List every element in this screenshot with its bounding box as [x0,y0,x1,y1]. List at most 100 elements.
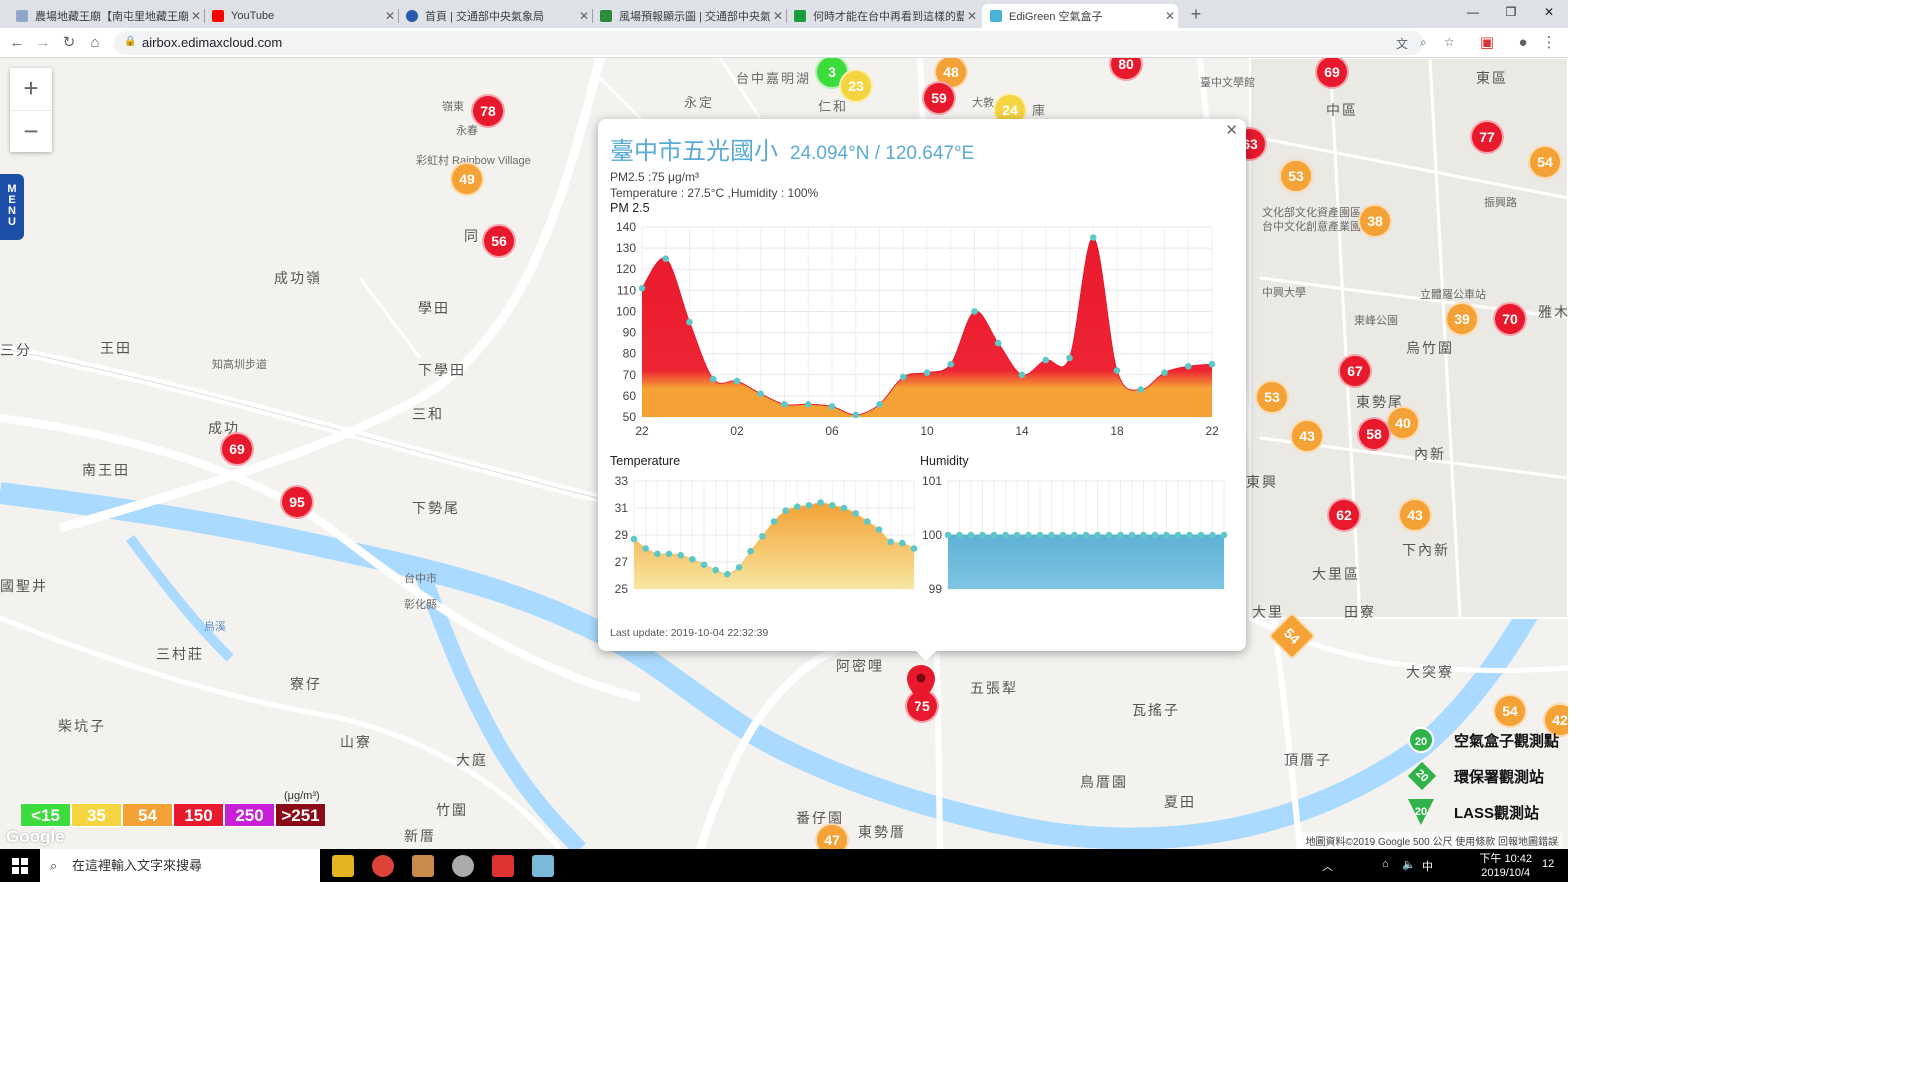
tab-3[interactable]: 首頁 | 交通部中央氣象局 ✕ [398,4,592,28]
back-icon[interactable]: ← [6,32,28,54]
data-point[interactable] [1105,531,1113,539]
pm-marker[interactable]: 69 [220,432,254,466]
data-point[interactable] [1094,531,1101,539]
file-explorer-icon[interactable] [332,855,354,877]
pm-marker[interactable]: 58 [1357,417,1391,451]
tray-chevron-icon[interactable]: ︿ [1322,858,1333,874]
data-point[interactable] [1184,363,1192,370]
data-point[interactable] [1066,354,1073,362]
data-point[interactable] [994,339,1002,347]
zoom-icon[interactable]: ⌕ [1420,35,1427,50]
data-point[interactable] [1197,531,1205,539]
data-point[interactable] [947,360,955,368]
data-point[interactable] [1128,531,1136,539]
reload-icon[interactable]: ↻ [58,32,80,54]
data-point[interactable] [642,545,649,552]
data-point[interactable] [1117,531,1124,539]
ime-indicator[interactable]: 中 [1422,858,1433,874]
close-icon[interactable]: ✕ [964,9,980,23]
data-point[interactable] [733,377,741,385]
pm-marker[interactable]: 67 [1338,354,1372,388]
data-point[interactable] [781,401,788,408]
close-icon[interactable]: ✕ [1225,121,1238,139]
data-point[interactable] [1089,234,1097,241]
data-point[interactable] [1186,531,1193,539]
data-point[interactable] [852,411,860,419]
pm-marker[interactable]: 49 [450,162,484,196]
data-point[interactable] [770,518,778,525]
pm-marker[interactable]: 77 [1470,120,1504,154]
data-point[interactable] [944,531,952,539]
data-point[interactable] [1151,531,1159,539]
location-pin-icon[interactable] [906,664,936,704]
data-point[interactable] [1137,386,1145,393]
data-point[interactable] [662,255,670,262]
data-point[interactable] [1018,371,1026,379]
tab-5[interactable]: 何時才能在台中再看到這樣的藍天 ✕ [786,4,980,28]
pm-marker[interactable]: 56 [482,224,516,258]
close-icon[interactable]: ✕ [382,9,398,23]
data-point[interactable] [899,373,907,381]
data-point[interactable] [1082,531,1090,539]
data-point[interactable] [923,369,931,376]
data-point[interactable] [805,502,813,509]
profile-icon[interactable]: ● [1512,32,1534,54]
tab-2[interactable]: YouTube ✕ [204,4,398,28]
close-window-icon[interactable]: ✕ [1530,0,1568,28]
data-point[interactable] [1140,531,1147,539]
menu-button[interactable]: MENU [0,174,24,240]
pm-marker[interactable]: 62 [1327,498,1361,532]
forward-icon[interactable]: → [32,32,54,54]
close-icon[interactable]: ✕ [770,9,786,23]
tab-4[interactable]: 風場預報顯示圖 | 交通部中央氣象局 ✕ [592,4,786,28]
data-point[interactable] [1025,531,1032,539]
bookmark-star-icon[interactable]: ☆ [1444,35,1455,49]
data-point[interactable] [967,531,975,539]
data-point[interactable] [1059,531,1067,539]
data-point[interactable] [1174,531,1182,539]
volume-icon[interactable]: 🔈 [1402,858,1416,871]
data-point[interactable] [1013,531,1021,539]
app-icon[interactable] [452,855,474,877]
close-icon[interactable]: ✕ [188,9,204,23]
data-point[interactable] [665,550,673,558]
data-point[interactable] [1036,531,1044,539]
translate-icon[interactable]: ⽂ [1396,35,1408,52]
pm-marker[interactable]: 39 [1445,302,1479,336]
data-point[interactable] [747,547,754,555]
data-point[interactable] [1113,367,1121,374]
data-point[interactable] [1002,531,1009,539]
data-point[interactable] [735,564,743,571]
data-point[interactable] [1208,360,1216,368]
data-point[interactable] [759,533,766,540]
network-icon[interactable]: ⌂ [1382,858,1389,870]
pm-marker[interactable]: 95 [280,485,314,519]
data-point[interactable] [630,535,638,543]
data-point[interactable] [1071,531,1078,539]
app-icon[interactable] [412,855,434,877]
pm-marker[interactable]: 47 [815,823,849,849]
data-point[interactable] [840,504,848,512]
home-icon[interactable]: ⌂ [84,32,106,54]
pm-marker[interactable]: 43 [1290,419,1324,453]
data-point[interactable] [828,403,836,410]
data-point[interactable] [654,550,661,558]
pm-marker[interactable]: 53 [1279,159,1313,193]
more-menu-icon[interactable]: ⋮ [1538,32,1560,54]
data-point[interactable] [899,539,906,547]
pm-marker[interactable]: 40 [1386,406,1420,440]
pm-marker[interactable]: 43 [1398,498,1432,532]
data-point[interactable] [1161,369,1168,376]
pm-marker[interactable]: 78 [471,94,505,128]
data-point[interactable] [956,531,963,539]
extension-icon[interactable]: ▣ [1476,32,1498,54]
minimize-icon[interactable]: — [1454,0,1492,28]
data-point[interactable] [1209,531,1216,539]
taskbar-clock[interactable]: 下午 10:42 2019/10/4 [1479,852,1532,880]
data-point[interactable] [1042,356,1050,364]
app-icon[interactable] [492,855,514,877]
pm-marker[interactable]: 70 [1493,302,1527,336]
data-point[interactable] [712,566,719,574]
data-point[interactable] [794,503,801,510]
data-point[interactable] [782,507,789,514]
